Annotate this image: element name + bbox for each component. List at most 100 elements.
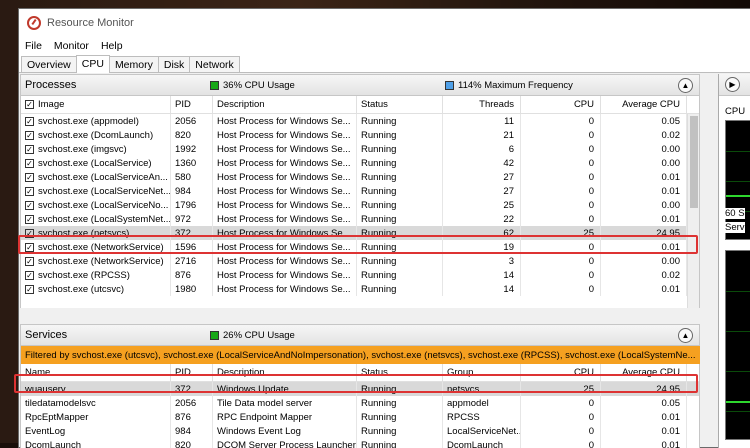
processes-scrollbar[interactable] (687, 114, 699, 308)
process-row[interactable]: ✓ svchost.exe (LocalServiceNo... 1796 Host … (21, 198, 699, 212)
process-checkbox[interactable]: ✓ (25, 242, 34, 252)
services-cpu-usage: 26% CPU Usage (210, 330, 295, 341)
process-row[interactable]: ✓ svchost.exe (imgsvc) 1992 Host Process fo… (21, 142, 699, 156)
processes-collapse-button[interactable]: ▲ (678, 78, 693, 93)
tab-memory[interactable]: Memory (108, 56, 159, 72)
process-checkbox[interactable]: ✓ (25, 256, 34, 266)
process-pid: 876 (171, 268, 213, 282)
process-average-cpu: 0.01 (601, 240, 687, 254)
process-cpu: 0 (521, 184, 601, 198)
column-average-cpu[interactable]: Average CPU (601, 96, 687, 113)
menu-file[interactable]: File (25, 40, 42, 52)
service-description: DCOM Server Process Launcher (213, 438, 357, 448)
process-row[interactable]: ✓ svchost.exe (utcsvc) 1980 Host Process fo… (21, 282, 699, 296)
process-checkbox[interactable]: ✓ (25, 172, 34, 182)
service-row[interactable]: RpcEptMapper 876 RPC Endpoint Mapper Runnin… (21, 410, 699, 424)
column-status[interactable]: Status (357, 96, 443, 113)
process-checkbox[interactable]: ✓ (25, 186, 34, 196)
tab-overview[interactable]: Overview (21, 56, 77, 72)
menu-monitor[interactable]: Monitor (54, 40, 89, 52)
menu-help[interactable]: Help (101, 40, 123, 52)
graphs-expand-button[interactable]: ▶ (725, 77, 740, 92)
process-checkbox[interactable]: ✓ (25, 158, 34, 168)
process-average-cpu: 0.00 (601, 156, 687, 170)
service-row[interactable]: EventLog 984 Windows Event Log Running Local… (21, 424, 699, 438)
column-cpu[interactable]: CPU (521, 96, 601, 113)
process-threads: 14 (443, 268, 521, 282)
column-service-description[interactable]: Description (213, 364, 357, 381)
service-row[interactable]: DcomLaunch 820 DCOM Server Process Launche… (21, 438, 699, 448)
column-service-status[interactable]: Status (357, 364, 443, 381)
tab-disk[interactable]: Disk (157, 56, 191, 72)
service-cpu: 0 (521, 438, 601, 448)
process-checkbox[interactable]: ✓ (25, 130, 34, 140)
process-cpu: 0 (521, 198, 601, 212)
column-name[interactable]: Name (21, 364, 171, 381)
process-row[interactable]: ✓ svchost.exe (LocalService) 1360 Host Proc… (21, 156, 699, 170)
service-row[interactable]: tiledatamodelsvc 2056 Tile Data model serv… (21, 396, 699, 410)
process-image-label: svchost.exe (LocalServiceNet... (38, 185, 171, 197)
process-checkbox[interactable]: ✓ (25, 228, 34, 238)
service-pid: 372 (171, 382, 213, 396)
process-checkbox[interactable]: ✓ (25, 214, 34, 224)
service-row[interactable]: wuauserv 372 Windows Update Running netsvcs 2… (21, 382, 699, 396)
process-status: Running (357, 128, 443, 142)
column-pid[interactable]: PID (171, 96, 213, 113)
services-filter-bar[interactable]: Filtered by svchost.exe (utcsvc), svchos… (20, 346, 700, 364)
cpu-graph-label: CPU (725, 106, 746, 117)
services-cpu-usage-text: 26% CPU Usage (223, 329, 295, 341)
column-service-pid[interactable]: PID (171, 364, 213, 381)
process-threads: 11 (443, 114, 521, 128)
column-service-cpu[interactable]: CPU (521, 364, 601, 381)
process-status: Running (357, 254, 443, 268)
column-image[interactable]: ✓ Image (21, 96, 171, 113)
process-average-cpu: 0.01 (601, 282, 687, 296)
processes-scroll-thumb[interactable] (690, 116, 698, 208)
process-checkbox[interactable]: ✓ (25, 144, 34, 154)
service-group: LocalServiceNet... (443, 424, 521, 438)
process-checkbox[interactable]: ✓ (25, 116, 34, 126)
service-average-cpu: 0.01 (601, 410, 687, 424)
process-row[interactable]: ✓ svchost.exe (netsvcs) 372 Host Process fo… (21, 226, 699, 240)
process-pid: 972 (171, 212, 213, 226)
process-checkbox[interactable]: ✓ (25, 270, 34, 280)
tab-network[interactable]: Network (189, 56, 240, 72)
process-average-cpu: 0.02 (601, 128, 687, 142)
process-threads: 25 (443, 198, 521, 212)
process-row[interactable]: ✓ svchost.exe (LocalServiceNet... 984 Host … (21, 184, 699, 198)
process-image: ✓ svchost.exe (imgsvc) (21, 142, 171, 156)
process-image-label: svchost.exe (RPCSS) (38, 269, 130, 281)
services-collapse-button[interactable]: ▲ (678, 328, 693, 343)
processes-header[interactable]: Processes 36% CPU Usage 114% Maximum Fre… (20, 74, 700, 96)
services-header[interactable]: Services 26% CPU Usage ▲ (20, 324, 700, 346)
process-image: ✓ svchost.exe (LocalServiceNet... (21, 184, 171, 198)
process-row[interactable]: ✓ svchost.exe (RPCSS) 876 Host Process for … (21, 268, 699, 282)
service-average-cpu: 24.95 (601, 382, 687, 396)
column-service-average-cpu[interactable]: Average CPU (601, 364, 687, 381)
column-description[interactable]: Description (213, 96, 357, 113)
select-all-checkbox[interactable]: ✓ (25, 100, 34, 109)
service-name: wuauserv (21, 382, 171, 396)
process-row[interactable]: ✓ svchost.exe (LocalSystemNet... 972 Host P… (21, 212, 699, 226)
process-description: Host Process for Windows Se... (213, 254, 357, 268)
service-average-cpu: 0.05 (601, 396, 687, 410)
process-checkbox[interactable]: ✓ (25, 200, 34, 210)
process-row[interactable]: ✓ svchost.exe (NetworkService) 1596 Host Pr… (21, 240, 699, 254)
tab-cpu[interactable]: CPU (75, 55, 110, 73)
process-row[interactable]: ✓ svchost.exe (NetworkService) 2716 Host Pr… (21, 254, 699, 268)
process-cpu: 25 (521, 226, 601, 240)
process-row[interactable]: ✓ svchost.exe (LocalServiceAn... 580 Host P… (21, 170, 699, 184)
title-bar[interactable]: Resource Monitor (19, 9, 750, 37)
process-image-label: svchost.exe (NetworkService) (38, 255, 164, 267)
column-threads[interactable]: Threads (443, 96, 521, 113)
process-image-label: svchost.exe (appmodel) (38, 115, 139, 127)
process-checkbox[interactable]: ✓ (25, 284, 34, 294)
process-status: Running (357, 184, 443, 198)
process-threads: 3 (443, 254, 521, 268)
process-cpu: 0 (521, 282, 601, 296)
window-title: Resource Monitor (47, 17, 134, 29)
column-group[interactable]: Group (443, 364, 521, 381)
process-row[interactable]: ✓ svchost.exe (appmodel) 2056 Host Process … (21, 114, 699, 128)
service-graph (725, 250, 750, 440)
process-row[interactable]: ✓ svchost.exe (DcomLaunch) 820 Host Process… (21, 128, 699, 142)
